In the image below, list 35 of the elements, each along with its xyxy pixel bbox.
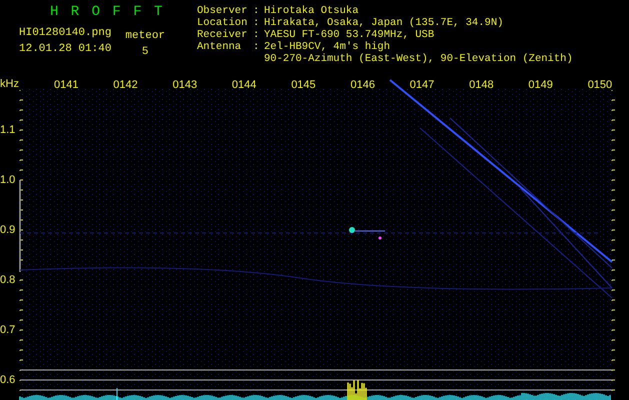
info-separator: : <box>253 17 260 29</box>
y-axis-label: 0.6 <box>0 374 16 386</box>
info-separator: : <box>253 41 260 55</box>
x-axis-label: 0150 <box>588 79 612 91</box>
y-axis-label: 1.1 <box>0 124 16 136</box>
y-axis-label: 0.7 <box>0 324 16 336</box>
meteor-count: 5 <box>142 46 149 58</box>
info-separator: : <box>253 5 260 17</box>
y-axis-label: 1.0 <box>0 174 16 186</box>
x-axis-label: 0146 <box>350 79 375 91</box>
info-separator: : <box>253 29 260 41</box>
x-axis-label: 0144 <box>232 79 256 91</box>
info-value: YAESU FT-690 53.749MHz, USB <box>264 29 434 41</box>
info-label: Antenna <box>197 41 242 55</box>
file-name: HI01280140.png <box>19 27 112 39</box>
info-value: 90-270-Azimuth (East-West), 90-Elevation (Zenith) <box>264 53 573 65</box>
x-axis-label: 0143 <box>172 79 198 91</box>
axis-unit: kHz <box>0 78 19 90</box>
timestamp: 12.01.28 01:40 <box>19 43 112 55</box>
info-label: Observer <box>197 5 248 17</box>
x-axis-label: 0141 <box>54 79 78 91</box>
info-label: Location <box>197 17 248 29</box>
x-axis-label: 0148 <box>469 79 494 91</box>
x-axis-label: 0147 <box>410 79 434 91</box>
x-axis-label: 0145 <box>291 79 316 91</box>
x-axis-label: 0149 <box>528 79 553 91</box>
y-axis-label: 0.9 <box>0 224 16 236</box>
info-value: Hirakata, Osaka, Japan (135.7E, 34.9N) <box>264 17 504 29</box>
info-label: Receiver <box>197 29 248 41</box>
x-axis-label: 0142 <box>113 79 138 91</box>
meteor-label: meteor <box>125 30 166 42</box>
app-title: H R O F F T <box>49 4 166 20</box>
info-value: Hirotaka Otsuka <box>264 5 359 17</box>
y-axis-label: 0.8 <box>0 274 16 286</box>
info-value: 2el-HB9CV, 4m's high <box>264 41 392 53</box>
